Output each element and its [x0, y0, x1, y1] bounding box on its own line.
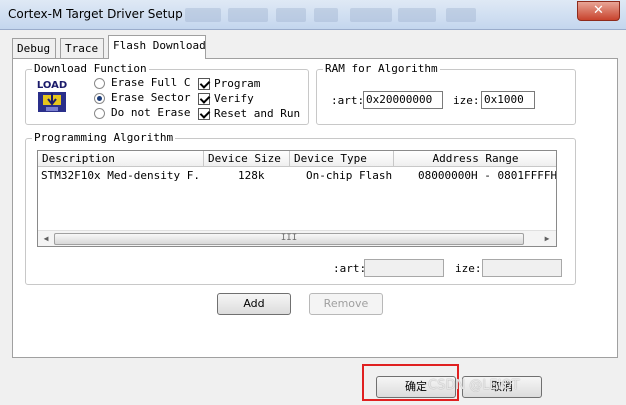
checkbox-checked-icon	[198, 93, 210, 105]
tab-flash-download-label: Flash Download	[113, 39, 206, 52]
checkbox-checked-icon	[198, 108, 210, 120]
radio-selected-icon	[94, 92, 105, 104]
ram-size-input[interactable]: 0x1000	[481, 91, 535, 109]
background-blur	[276, 8, 306, 22]
scroll-right-icon[interactable]: ▶	[540, 234, 554, 244]
radio-icon	[94, 77, 105, 89]
svg-text:LOAD: LOAD	[37, 80, 67, 91]
erase-sector-label: Erase Sector	[111, 91, 191, 104]
scroll-thumb[interactable]: III	[54, 233, 524, 245]
row-description: STM32F10x Med-density F...	[41, 169, 201, 182]
background-blur	[398, 8, 436, 22]
erase-sector-radio[interactable]: Erase Sector	[94, 91, 190, 104]
tab-trace-label: Trace	[65, 42, 99, 55]
background-blur	[185, 8, 221, 22]
background-blur	[350, 8, 392, 22]
reset-and-run-label: Reset and Run	[214, 107, 301, 120]
reset-and-run-checkbox[interactable]: Reset and Run	[198, 107, 300, 120]
row-device-size: 128k	[238, 169, 265, 182]
column-header-description[interactable]: Description	[38, 151, 204, 167]
radio-icon	[94, 107, 105, 119]
algorithm-list[interactable]: Description Device Size Device Type Addr…	[37, 150, 557, 247]
tab-panel-flash-download: Download Function LOAD Erase Full C Eras…	[12, 58, 618, 358]
verify-label: Verify	[214, 92, 254, 105]
do-not-erase-label: Do not Erase	[111, 106, 191, 119]
scroll-grip: III	[280, 233, 298, 243]
checkbox-checked-icon	[198, 78, 210, 90]
ram-for-algorithm-label: RAM for Algorithm	[323, 62, 440, 75]
row-device-type: On-chip Flash	[306, 169, 393, 182]
algorithm-size-label: ize:	[455, 262, 482, 275]
algorithm-start-label: :art:	[333, 262, 367, 275]
load-icon: LOAD	[35, 77, 69, 112]
erase-full-chip-radio[interactable]: Erase Full C	[94, 76, 190, 89]
tab-debug-label: Debug	[17, 42, 51, 55]
algorithm-start-input	[364, 259, 444, 277]
download-function-label: Download Function	[32, 62, 149, 75]
program-label: Program	[214, 77, 261, 90]
tab-flash-download[interactable]: Flash Download	[108, 35, 206, 59]
ram-for-algorithm-group: RAM for Algorithm :art: 0x20000000 ize: …	[316, 62, 576, 125]
title-bar: Cortex-M Target Driver Setup ✕	[0, 0, 626, 30]
background-blur	[228, 8, 268, 22]
ram-size-label: ize:	[453, 94, 480, 107]
verify-checkbox[interactable]: Verify	[198, 92, 254, 105]
ram-start-label: :art:	[331, 94, 365, 107]
horizontal-scrollbar[interactable]: ◀ III ▶	[38, 230, 556, 246]
row-address-range: 08000000H - 0801FFFFH	[418, 169, 557, 182]
programming-algorithm-label: Programming Algorithm	[32, 131, 176, 144]
ram-start-input[interactable]: 0x20000000	[363, 91, 443, 109]
window-title: Cortex-M Target Driver Setup	[8, 7, 183, 21]
column-header-address-range[interactable]: Address Range	[394, 151, 556, 167]
watermark-text: CSDN @LEIOT	[428, 378, 520, 393]
program-checkbox[interactable]: Program	[198, 77, 260, 90]
scroll-left-icon[interactable]: ◀	[39, 234, 53, 244]
tab-trace[interactable]: Trace	[60, 38, 104, 58]
download-function-group: Download Function LOAD Erase Full C Eras…	[25, 62, 309, 125]
background-blur	[446, 8, 476, 22]
close-button[interactable]: ✕	[577, 1, 620, 21]
tab-debug[interactable]: Debug	[12, 38, 56, 58]
add-button[interactable]: Add	[217, 293, 291, 315]
erase-full-chip-label: Erase Full C	[111, 76, 191, 89]
remove-button: Remove	[309, 293, 383, 315]
background-blur	[314, 8, 338, 22]
column-header-device-type[interactable]: Device Type	[290, 151, 394, 167]
close-icon: ✕	[593, 3, 604, 18]
algorithm-size-input	[482, 259, 562, 277]
do-not-erase-radio[interactable]: Do not Erase	[94, 106, 190, 119]
column-header-device-size[interactable]: Device Size	[204, 151, 290, 167]
